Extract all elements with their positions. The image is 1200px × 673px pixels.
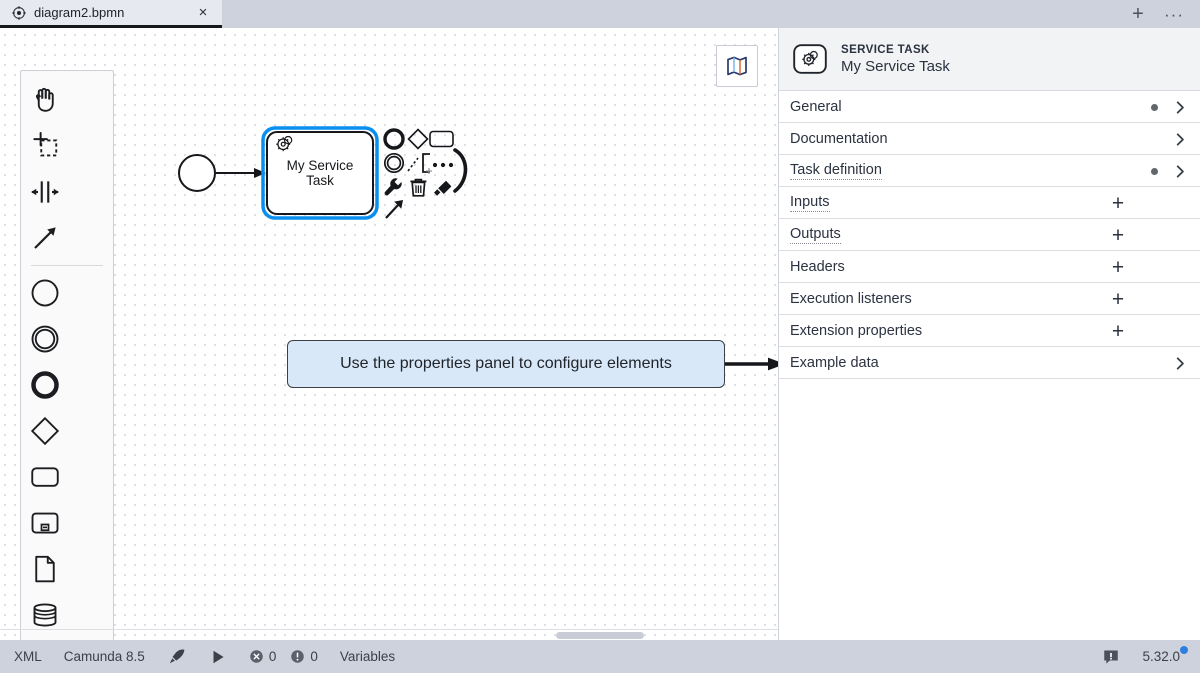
canvas-scrollbar-thumb[interactable] bbox=[556, 632, 644, 639]
properties-group-extension-properties[interactable]: Extension properties + bbox=[779, 315, 1200, 347]
group-label: General bbox=[790, 99, 1200, 115]
connect-arrow-icon bbox=[386, 200, 403, 218]
run-button[interactable] bbox=[209, 648, 227, 666]
context-pad-more-icon bbox=[433, 163, 453, 167]
chevron-right-icon[interactable] bbox=[1169, 347, 1191, 379]
group-configured-dot bbox=[1151, 168, 1158, 175]
properties-group-example-data[interactable]: Example data bbox=[779, 347, 1200, 379]
append-end-event-icon bbox=[385, 130, 403, 148]
app-version-value: 5.32.0 bbox=[1142, 649, 1180, 664]
plus-icon: + bbox=[1132, 4, 1144, 24]
feedback-button[interactable] bbox=[1102, 648, 1120, 666]
properties-group-task-definition[interactable]: Task definition bbox=[779, 155, 1200, 187]
context-pad-arc bbox=[455, 150, 466, 191]
main-area: ••• bbox=[0, 28, 1200, 641]
properties-group-inputs[interactable]: Inputs + bbox=[779, 187, 1200, 219]
warning-icon bbox=[290, 649, 305, 664]
service-task-gear-icon bbox=[793, 44, 827, 74]
group-label: Example data bbox=[790, 355, 1200, 371]
append-intermediate-event-icon bbox=[385, 154, 403, 172]
update-available-dot bbox=[1180, 646, 1188, 654]
chevron-right-icon[interactable] bbox=[1169, 155, 1191, 187]
group-label: Extension properties bbox=[790, 323, 1200, 339]
properties-group-execution-listeners[interactable]: Execution listeners + bbox=[779, 283, 1200, 315]
add-entry-button[interactable]: + bbox=[1107, 219, 1129, 251]
start-event bbox=[179, 155, 215, 191]
problems-counts[interactable]: 0 0 bbox=[249, 649, 318, 664]
ellipsis-icon: ··· bbox=[1164, 6, 1184, 23]
properties-panel-header-text: SERVICE TASK My Service Task bbox=[841, 44, 950, 75]
append-text-annotation-icon bbox=[408, 154, 432, 174]
properties-group-list: General Documentation Task definition bbox=[779, 91, 1200, 379]
close-icon[interactable]: × bbox=[194, 4, 212, 22]
properties-group-general[interactable]: General bbox=[779, 91, 1200, 123]
chevron-right-icon[interactable] bbox=[1169, 91, 1191, 123]
group-label: Outputs bbox=[790, 226, 841, 244]
sequence-flow bbox=[216, 168, 266, 178]
app-window: diagram2.bpmn × + ··· bbox=[0, 0, 1200, 673]
group-label: Task definition bbox=[790, 162, 882, 180]
status-engine-version-button[interactable]: Camunda 8.5 bbox=[64, 649, 145, 664]
properties-panel-hint-callout: Use the properties panel to configure el… bbox=[287, 340, 725, 388]
context-pad bbox=[385, 130, 466, 219]
append-gateway-icon bbox=[409, 130, 428, 149]
tab-diagram2-bpmn[interactable]: diagram2.bpmn × bbox=[0, 0, 222, 28]
tab-bar-actions: + ··· bbox=[1128, 0, 1200, 28]
add-entry-button[interactable]: + bbox=[1107, 187, 1129, 219]
status-xml-button[interactable]: XML bbox=[14, 649, 42, 664]
properties-group-headers[interactable]: Headers + bbox=[779, 251, 1200, 283]
tab-bar-more-button[interactable]: ··· bbox=[1164, 4, 1184, 24]
status-bar-right: 5.32.0 bbox=[1102, 648, 1186, 666]
tab-bar-spacer bbox=[222, 0, 1128, 28]
warning-count-value: 0 bbox=[310, 649, 318, 664]
add-entry-button[interactable]: + bbox=[1107, 251, 1129, 283]
play-icon bbox=[209, 648, 227, 666]
service-task-label-line2: Task bbox=[306, 173, 334, 188]
variables-button[interactable]: Variables bbox=[340, 649, 395, 664]
tab-title: diagram2.bpmn bbox=[34, 5, 186, 20]
bpmn-canvas[interactable]: ••• bbox=[0, 28, 779, 641]
group-configured-dot bbox=[1151, 104, 1158, 111]
deploy-button[interactable] bbox=[167, 647, 187, 667]
replace-wrench-icon bbox=[385, 178, 402, 195]
properties-panel: SERVICE TASK My Service Task General Doc… bbox=[779, 28, 1200, 641]
element-type-label: SERVICE TASK bbox=[841, 44, 950, 56]
error-count-item[interactable]: 0 bbox=[249, 649, 277, 664]
properties-panel-header: SERVICE TASK My Service Task bbox=[779, 28, 1200, 91]
service-task-label-line1: My Service bbox=[287, 158, 354, 173]
new-tab-button[interactable]: + bbox=[1128, 4, 1148, 24]
element-name-label: My Service Task bbox=[841, 58, 950, 75]
callout-arrow-icon bbox=[725, 357, 779, 371]
group-label: Headers bbox=[790, 259, 1200, 275]
callout-text: Use the properties panel to configure el… bbox=[340, 355, 672, 373]
properties-group-documentation[interactable]: Documentation bbox=[779, 123, 1200, 155]
gear-icon bbox=[12, 6, 26, 20]
properties-group-outputs[interactable]: Outputs + bbox=[779, 219, 1200, 251]
warning-count-item[interactable]: 0 bbox=[290, 649, 318, 664]
add-entry-button[interactable]: + bbox=[1107, 283, 1129, 315]
app-version-label[interactable]: 5.32.0 bbox=[1142, 649, 1186, 664]
rocket-icon bbox=[167, 647, 187, 667]
status-bar: XML Camunda 8.5 0 bbox=[0, 640, 1200, 673]
group-label: Documentation bbox=[790, 131, 1200, 147]
delete-trash-icon bbox=[410, 180, 426, 196]
chevron-right-icon[interactable] bbox=[1169, 123, 1191, 155]
error-count-value: 0 bbox=[269, 649, 277, 664]
tab-bar: diagram2.bpmn × + ··· bbox=[0, 0, 1200, 28]
error-icon bbox=[249, 649, 264, 664]
append-task-icon bbox=[430, 132, 453, 147]
group-label: Execution listeners bbox=[790, 291, 1200, 307]
bpmn-diagram[interactable]: My Service Task bbox=[0, 28, 779, 641]
set-color-brush-icon bbox=[434, 181, 451, 196]
feedback-icon bbox=[1102, 648, 1120, 666]
group-label: Inputs bbox=[790, 194, 830, 212]
add-entry-button[interactable]: + bbox=[1107, 315, 1129, 347]
